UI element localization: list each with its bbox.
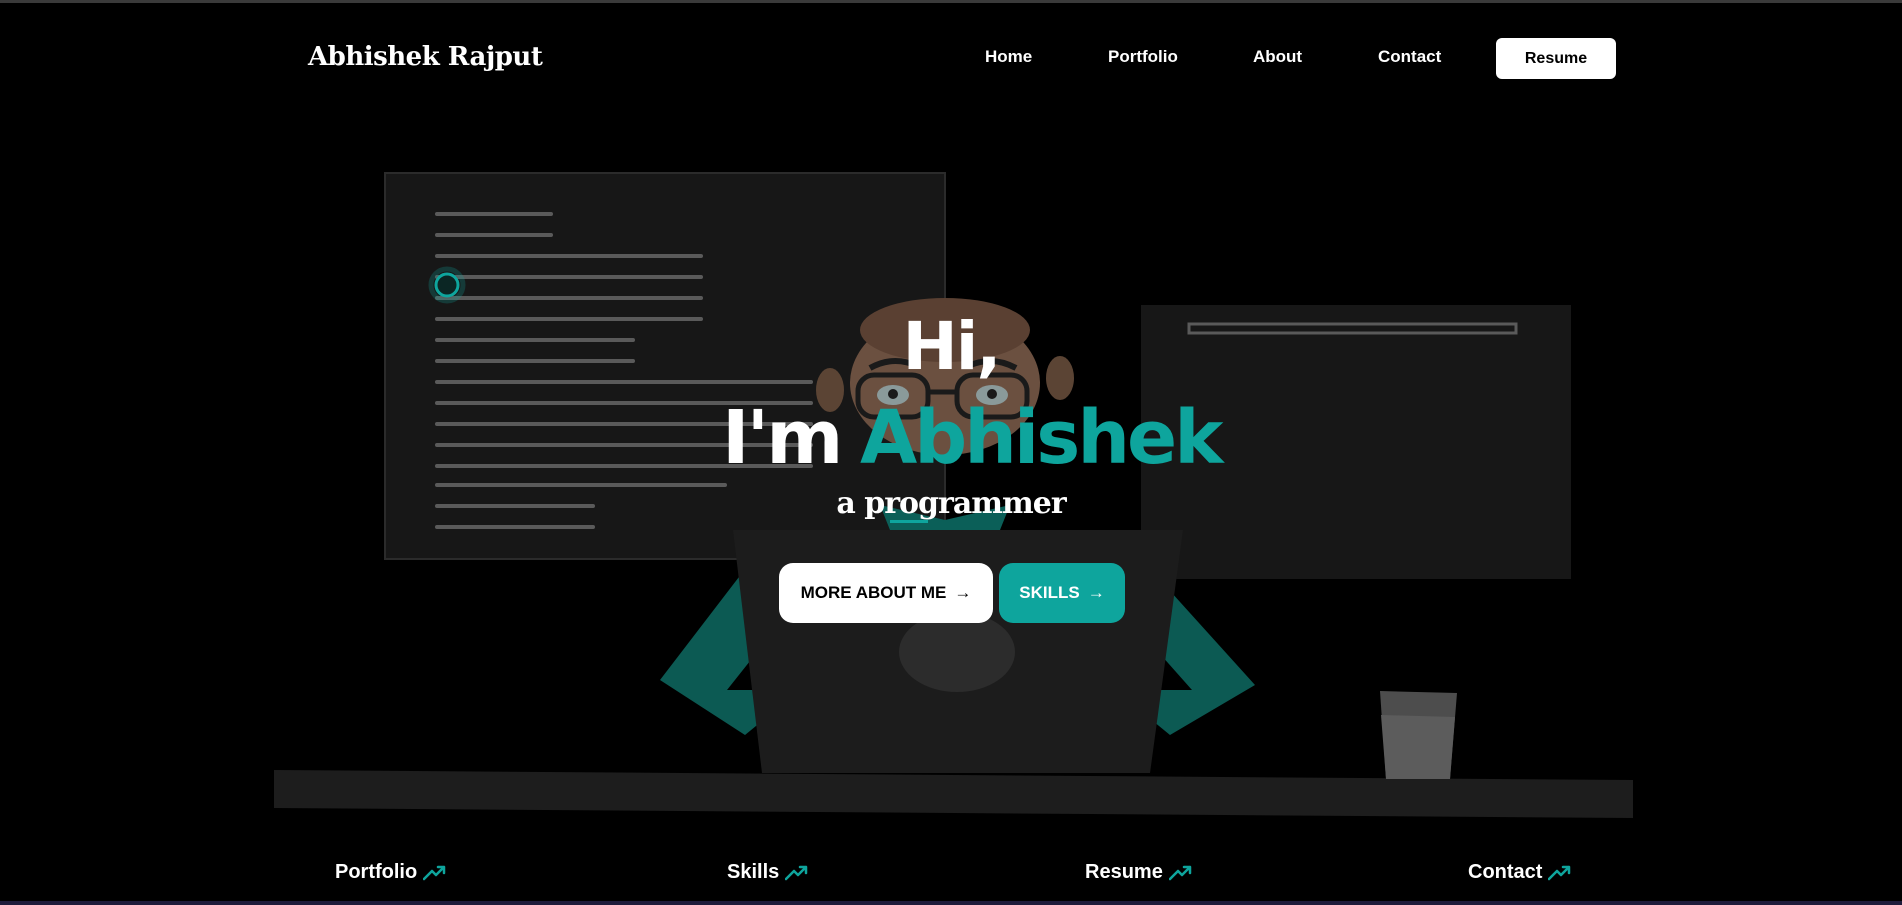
window-bottom-edge bbox=[0, 901, 1902, 905]
footer-link-resume[interactable]: Resume bbox=[1085, 861, 1193, 884]
more-about-me-button[interactable]: MORE ABOUT ME → bbox=[779, 563, 993, 623]
hero-subtitle: a programmer bbox=[836, 486, 1066, 521]
footer-link-portfolio[interactable]: Portfolio bbox=[335, 861, 447, 884]
arrow-right-icon: → bbox=[954, 583, 972, 602]
footer-link-contact[interactable]: Contact bbox=[1468, 861, 1572, 884]
skills-button[interactable]: SKILLS → bbox=[999, 563, 1125, 623]
trending-up-icon bbox=[423, 865, 446, 880]
trending-up-icon bbox=[785, 865, 808, 880]
footer-link-label: Portfolio bbox=[335, 861, 418, 883]
arrow-right-icon: → bbox=[1087, 583, 1105, 602]
subtitle-underline bbox=[890, 520, 928, 523]
footer-link-skills[interactable]: Skills bbox=[727, 861, 809, 884]
skills-label: SKILLS bbox=[1019, 583, 1080, 602]
trending-up-icon bbox=[1168, 865, 1192, 880]
hero-greeting: Hi, bbox=[902, 308, 1002, 385]
cup-illustration bbox=[1380, 691, 1457, 779]
more-about-me-label: MORE ABOUT ME bbox=[800, 583, 947, 602]
footer-link-label: Contact bbox=[1468, 861, 1543, 883]
hero-intro: I'm bbox=[722, 395, 843, 481]
footer-link-label: Skills bbox=[727, 861, 780, 883]
trending-up-icon bbox=[1548, 865, 1571, 880]
footer-link-label: Resume bbox=[1085, 861, 1163, 883]
hero-name: Abhishek bbox=[860, 395, 1223, 481]
